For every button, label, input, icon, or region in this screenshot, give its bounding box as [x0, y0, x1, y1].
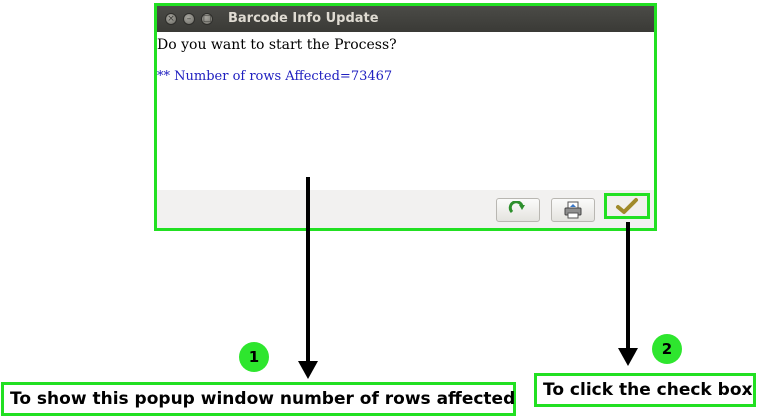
window-titlebar[interactable]: × – □ Barcode Info Update: [157, 6, 654, 32]
callout-rows-affected: To show this popup window number of rows…: [1, 382, 516, 416]
print-icon: [564, 201, 582, 219]
window-close-button[interactable]: ×: [165, 13, 177, 25]
window-maximize-button[interactable]: □: [201, 13, 213, 25]
annotation-arrow-1: [306, 177, 310, 363]
rows-affected-text: ** Number of rows Affected=73467: [157, 69, 393, 84]
window-minimize-button[interactable]: –: [183, 13, 195, 25]
print-button[interactable]: [551, 198, 595, 222]
step-badge-2: 2: [652, 334, 682, 364]
checkmark-icon: [616, 198, 638, 214]
refresh-icon: [508, 201, 525, 214]
annotation-arrowhead-1: [298, 361, 318, 379]
ok-checkmark-button[interactable]: [604, 193, 650, 219]
barcode-info-update-dialog: × – □ Barcode Info Update Do you want to…: [154, 3, 657, 231]
dialog-footer: [157, 190, 654, 228]
annotation-arrowhead-2: [618, 348, 638, 366]
window-title: Barcode Info Update: [228, 11, 379, 26]
callout-click-checkbox: To click the check box: [534, 373, 756, 407]
step-badge-1: 1: [239, 342, 269, 372]
refresh-button[interactable]: [496, 198, 540, 222]
annotation-arrow-2: [626, 222, 630, 350]
dialog-prompt: Do you want to start the Process?: [157, 37, 397, 53]
